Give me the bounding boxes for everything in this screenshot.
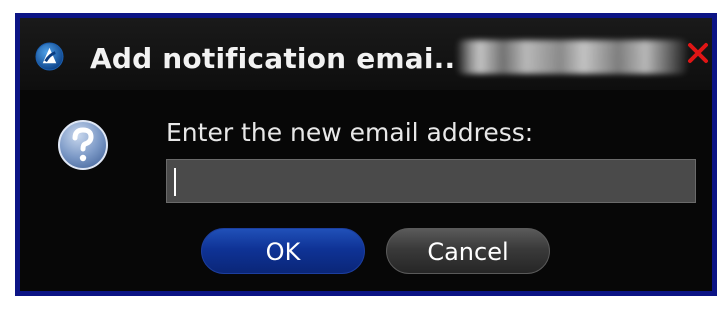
email-prompt-label: Enter the new email address: — [166, 118, 534, 147]
ok-button[interactable]: OK — [201, 228, 365, 274]
add-notification-email-dialog: Add notification emai.. Enter the new em… — [15, 13, 717, 296]
redacted-title-suffix — [457, 40, 687, 74]
dialog-title: Add notification emai.. — [90, 42, 456, 75]
app-logo-icon — [35, 42, 64, 71]
screenshot-frame: Add notification emai.. Enter the new em… — [0, 0, 728, 309]
email-input[interactable] — [166, 159, 696, 203]
text-caret — [174, 168, 176, 196]
question-icon — [58, 120, 108, 170]
title-bar[interactable]: Add notification emai.. — [20, 18, 712, 90]
cancel-button[interactable]: Cancel — [386, 228, 550, 274]
close-icon[interactable] — [687, 42, 709, 64]
